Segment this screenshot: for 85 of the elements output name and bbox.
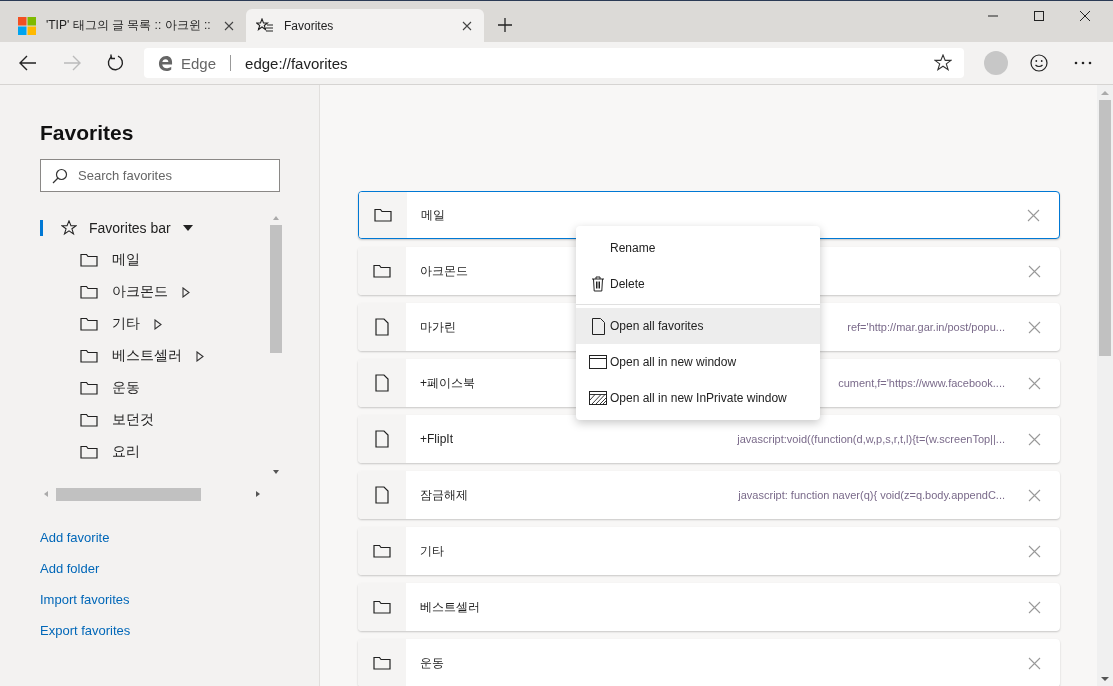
favorite-card[interactable]: 기타 (358, 527, 1060, 575)
new-tab-icon[interactable] (498, 18, 512, 32)
page-icon (375, 486, 389, 504)
folder-icon (80, 317, 98, 331)
tree-item[interactable]: 요리 (40, 436, 268, 468)
maximize-icon[interactable] (1033, 10, 1045, 22)
tree-item[interactable]: 메일 (40, 244, 268, 276)
caret-right-icon[interactable] (182, 286, 190, 298)
tab-title: 'TIP' 태그의 글 목록 :: 아크윈 :: (46, 17, 212, 34)
scrollbar[interactable] (1097, 85, 1113, 686)
tree-item[interactable]: 베스트셀러 (40, 340, 268, 372)
caret-right-icon[interactable] (154, 318, 162, 330)
more-icon[interactable] (1074, 61, 1092, 65)
sidebar-link[interactable]: Import favorites (40, 592, 130, 607)
trash-icon (591, 276, 605, 292)
caret-down-icon[interactable] (182, 223, 193, 233)
favorite-url: cument,f='https://www.facebook.... (838, 377, 1005, 389)
folder-icon (373, 656, 391, 670)
sidebar-link[interactable]: Export favorites (40, 623, 131, 638)
page-icon (375, 430, 389, 448)
favorite-name: 운동 (420, 654, 444, 672)
refresh-icon[interactable] (107, 54, 125, 72)
folder-icon (373, 544, 391, 558)
windows-logo-icon (18, 16, 36, 35)
menu-item[interactable]: Delete (576, 266, 820, 302)
folder-icon (373, 600, 391, 614)
favorite-card[interactable]: 메일 (358, 191, 1060, 239)
back-icon[interactable] (19, 55, 37, 71)
favorite-name: +FlipIt (420, 432, 453, 446)
tree-item[interactable]: 보던것 (40, 404, 268, 436)
folder-icon (374, 208, 392, 222)
favorite-url: javascript: function naver(q){ void(z=q.body.appendC... (738, 489, 1005, 501)
forward-icon[interactable] (63, 55, 81, 71)
browser-tab[interactable]: 'TIP' 태그의 글 목록 :: 아크윈 :: (8, 9, 246, 42)
search-field[interactable]: Search favorites (40, 159, 280, 192)
folder-icon (80, 285, 98, 299)
page-icon (375, 374, 389, 392)
folder-icon (80, 445, 98, 459)
favorite-name: 메일 (421, 206, 445, 224)
sidebar-link[interactable]: Add favorite (40, 530, 110, 545)
favorite-name: +페이스북 (420, 374, 475, 392)
star-icon (61, 220, 77, 236)
profile-avatar[interactable] (984, 51, 1008, 75)
address-bar[interactable]: Edge edge://favorites (144, 48, 964, 78)
folder-icon (80, 381, 98, 395)
star-icon[interactable] (934, 54, 952, 72)
close-icon[interactable] (224, 20, 234, 31)
tree-item[interactable]: 기타 (40, 308, 268, 340)
folder-icon (80, 413, 98, 427)
tree-item[interactable]: 운동 (40, 372, 268, 404)
folder-icon (80, 253, 98, 267)
favorite-name: 기타 (420, 542, 444, 560)
menu-item[interactable]: Open all favorites (576, 308, 820, 344)
folder-icon (80, 349, 98, 363)
site-label: Edge (181, 54, 217, 72)
sidebar-link[interactable]: Add folder (40, 561, 100, 576)
favorite-name: 마가린 (420, 318, 456, 336)
private-window-icon (589, 391, 607, 405)
favorite-card[interactable]: 잠금해제 javascript: function naver(q){ void(z=q.body.appendC... (358, 471, 1060, 519)
search-icon (52, 168, 68, 184)
favorite-name: 아크몬드 (420, 262, 468, 280)
page-icon (375, 318, 389, 336)
close-icon[interactable] (1079, 10, 1091, 22)
smiley-icon[interactable] (1030, 54, 1048, 72)
favorite-card[interactable]: +FlipIt javascript:void((function(d,w,p,s,r,t,l){t=(w.screenTop||... (358, 415, 1060, 463)
page-icon (591, 317, 605, 335)
sidebar-title: Favorites (40, 121, 135, 145)
edge-logo-icon (158, 55, 173, 71)
window-icon (589, 355, 607, 369)
browser-tab[interactable]: Favorites (246, 9, 484, 42)
folder-icon (373, 264, 391, 278)
tab-title: Favorites (284, 18, 335, 33)
favorite-url: javascript:void((function(d,w,p,s,r,t,l){t=(w.screenTop||... (737, 433, 1005, 445)
favorite-name: 잠금해제 (420, 486, 468, 504)
star-list-icon (256, 17, 274, 34)
favorite-card[interactable]: 운동 (358, 639, 1060, 686)
tree-item[interactable]: 아크몬드 (40, 276, 268, 308)
favorite-url: ref='http://mar.gar.in/post/popu... (847, 321, 1005, 333)
close-icon[interactable] (462, 20, 472, 31)
menu-item[interactable]: Open all in new InPrivate window (576, 380, 820, 416)
favorite-name: 베스트셀러 (420, 598, 480, 616)
tree-item[interactable]: Favorites bar (40, 212, 268, 244)
caret-right-icon[interactable] (196, 350, 204, 362)
favorite-card[interactable]: 베스트셀러 (358, 583, 1060, 631)
url-text: edge://favorites (245, 54, 348, 72)
